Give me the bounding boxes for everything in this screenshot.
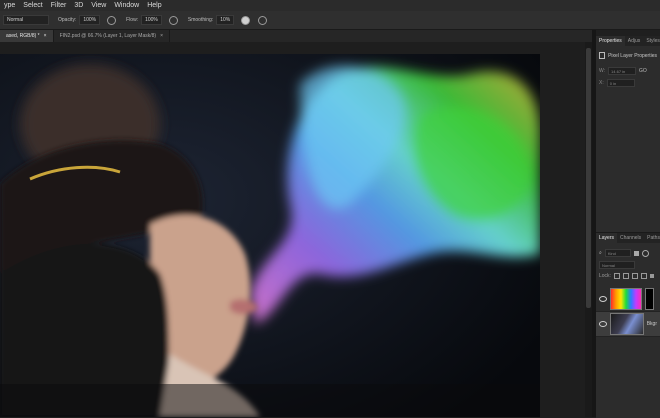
lock-all-icon[interactable] [649, 274, 654, 278]
photo-bottom-shadow [0, 384, 540, 417]
mode-value: Normal [7, 17, 24, 23]
filter-kind-value: Kind [607, 250, 616, 256]
width-value: 14.67 in [611, 68, 626, 74]
tab-layers[interactable]: Layers [596, 233, 618, 243]
layers-blend-row: Normal [596, 259, 660, 271]
layers-filter-row: ⌕ Kind [596, 247, 660, 259]
w-label: W: [599, 68, 606, 74]
menu-window[interactable]: Window [110, 2, 143, 9]
tab-channels[interactable]: Channels [617, 233, 644, 243]
properties-size-row: W: 14.67 in GO [596, 65, 660, 77]
layer-name[interactable]: Bkgr [647, 321, 657, 327]
smoothing-label: Smoothing: [187, 17, 214, 23]
filter-adjustment-icon[interactable] [641, 249, 649, 257]
airbrush-icon[interactable] [168, 15, 178, 25]
menu-bar: ype Select Filter 3D View Window Help [0, 0, 660, 11]
tab-adjustments[interactable]: Adjus [625, 36, 644, 46]
opacity-label: Opacity: [58, 17, 77, 23]
layer-thumbnail [610, 288, 642, 310]
filter-kind-select[interactable]: Kind [604, 249, 631, 257]
close-icon[interactable]: × [44, 33, 47, 39]
flow-field[interactable]: 100% [141, 15, 162, 25]
lock-brush-icon[interactable] [622, 273, 629, 279]
tab-label: FIN2.psd @ 66.7% (Layer 1, Layer Mask/8) [59, 33, 157, 39]
smoothing-value: 10% [220, 17, 231, 23]
pressure-size-icon[interactable] [258, 15, 268, 25]
layer-row-background[interactable]: Bkgr [596, 312, 660, 337]
smoothing-settings-icon[interactable] [241, 15, 251, 25]
tab-properties[interactable]: Properties [596, 36, 625, 46]
search-icon: ⌕ [599, 250, 602, 256]
eye-icon[interactable] [599, 321, 608, 327]
tab-styles[interactable]: Styles [643, 36, 660, 46]
tab-document-1[interactable]: ased, RGB/8) * × [0, 30, 54, 42]
go-label: GO [639, 68, 647, 74]
tab-document-2[interactable]: FIN2.psd @ 66.7% (Layer 1, Layer Mask/8)… [54, 30, 170, 42]
blend-mode-select[interactable]: Normal [599, 261, 635, 269]
pixel-layer-icon [599, 52, 606, 59]
menu-help[interactable]: Help [143, 2, 165, 9]
canvas-vertical-scrollbar[interactable] [585, 42, 592, 417]
options-bar: Normal Opacity: 100% Flow: 100% Smoothin… [0, 11, 660, 30]
blend-mode-value: Normal [602, 262, 615, 268]
smoothing-field[interactable]: 10% [216, 15, 235, 25]
layer-row-gradient[interactable] [596, 287, 660, 312]
opacity-value: 100% [83, 17, 97, 23]
pressure-opacity-icon[interactable] [107, 15, 117, 25]
filter-pixel-icon[interactable] [633, 250, 639, 256]
properties-panel: Properties Adjus Styles Pixel Layer Prop… [596, 36, 660, 232]
layers-lock-row: Lock: [596, 271, 660, 281]
properties-position-row: X: 0 in [596, 77, 660, 89]
layer-mask-thumbnail[interactable] [644, 288, 654, 310]
menu-filter[interactable]: Filter [47, 2, 71, 9]
document-canvas-image[interactable] [0, 54, 540, 417]
layers-tabs: Layers Channels Paths [596, 233, 660, 243]
width-field[interactable]: 14.67 in [608, 67, 637, 75]
tab-paths[interactable]: Paths [644, 233, 660, 243]
properties-title: Pixel Layer Properties [608, 52, 657, 59]
x-value: 0 in [609, 80, 617, 86]
layer-thumbnail [610, 313, 644, 335]
menu-3d[interactable]: 3D [70, 2, 87, 9]
menu-view[interactable]: View [87, 2, 110, 9]
lock-pixels-icon[interactable] [613, 273, 620, 279]
properties-header: Pixel Layer Properties [596, 50, 660, 61]
layers-panel: Layers Channels Paths ⌕ Kind Normal Lock… [596, 232, 660, 418]
flow-label: Flow: [126, 17, 139, 23]
opacity-field[interactable]: 100% [79, 15, 101, 25]
x-field[interactable]: 0 in [606, 79, 635, 87]
lock-label: Lock: [599, 273, 611, 279]
flow-value: 100% [145, 17, 158, 23]
mode-select[interactable]: Normal [3, 15, 49, 25]
close-icon[interactable]: × [160, 33, 163, 39]
eye-icon[interactable] [599, 296, 608, 302]
properties-tabs: Properties Adjus Styles [596, 36, 660, 46]
menu-type[interactable]: ype [0, 2, 19, 9]
tab-label: ased, RGB/8) * [6, 33, 40, 39]
lock-artboard-icon[interactable] [640, 273, 647, 279]
x-label: X: [599, 80, 604, 86]
document-tabs: ased, RGB/8) * × FIN2.psd @ 66.7% (Layer… [0, 30, 592, 42]
lock-move-icon[interactable] [631, 273, 638, 279]
menu-select[interactable]: Select [19, 2, 46, 9]
